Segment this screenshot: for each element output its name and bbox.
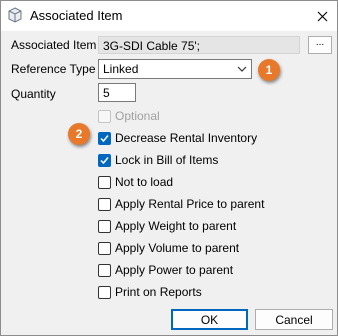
checkbox-label: Apply Power to parent <box>115 263 234 277</box>
checkmark-icon <box>100 156 109 164</box>
checkmark-icon <box>100 134 109 142</box>
checkbox-box <box>98 109 111 123</box>
ok-button[interactable]: OK <box>171 309 248 330</box>
not-to-load-checkbox[interactable]: Not to load <box>98 174 173 190</box>
apply-rental-price-checkbox[interactable]: Apply Rental Price to parent <box>98 196 264 212</box>
callout-badge-2: 2 <box>68 123 90 145</box>
checkbox-box <box>98 153 111 167</box>
checkbox-box <box>98 197 111 211</box>
associated-item-dialog: Associated Item Associated Item 3G-SDI C… <box>0 0 338 336</box>
checkbox-label: Apply Rental Price to parent <box>115 197 265 211</box>
close-icon <box>317 11 327 21</box>
quantity-label: Quantity <box>11 87 56 101</box>
apply-power-checkbox[interactable]: Apply Power to parent <box>98 262 233 278</box>
window-title: Associated Item <box>30 8 123 23</box>
reference-type-dropdown[interactable]: Linked <box>98 59 252 79</box>
apply-volume-checkbox[interactable]: Apply Volume to parent <box>98 240 239 256</box>
optional-checkbox[interactable]: Optional <box>98 108 160 124</box>
checkbox-box <box>98 175 111 189</box>
cancel-button[interactable]: Cancel <box>255 309 333 330</box>
checkbox-label: Not to load <box>115 175 174 189</box>
close-button[interactable] <box>307 1 337 31</box>
checkbox-box <box>98 219 111 233</box>
checkbox-label: Print on Reports <box>115 285 202 299</box>
associated-item-field: 3G-SDI Cable 75'; <box>98 36 300 54</box>
checkbox-box <box>98 263 111 277</box>
checkbox-label: Decrease Rental Inventory <box>115 131 258 145</box>
chevron-down-icon <box>237 66 247 72</box>
checkbox-label: Lock in Bill of Items <box>115 153 219 167</box>
reference-type-label: Reference Type <box>11 62 96 76</box>
checkbox-box <box>98 285 111 299</box>
cancel-button-label: Cancel <box>275 312 313 327</box>
checkbox-label: Apply Volume to parent <box>115 241 240 255</box>
reference-type-value: Linked <box>103 62 139 76</box>
callout-badge-1: 1 <box>258 59 280 81</box>
apply-weight-checkbox[interactable]: Apply Weight to parent <box>98 218 236 234</box>
decrease-rental-inventory-checkbox[interactable]: Decrease Rental Inventory <box>98 130 257 146</box>
cube-icon <box>8 7 22 23</box>
checkbox-label: Apply Weight to parent <box>115 219 237 233</box>
ok-button-label: OK <box>200 312 219 327</box>
checkbox-box <box>98 241 111 255</box>
print-on-reports-checkbox[interactable]: Print on Reports <box>98 284 202 300</box>
browse-button[interactable]: ... <box>308 36 332 54</box>
checkbox-label: Optional <box>115 109 160 123</box>
quantity-field[interactable]: 5 <box>98 83 136 102</box>
title-bar: Associated Item <box>1 1 337 31</box>
lock-in-bill-of-items-checkbox[interactable]: Lock in Bill of Items <box>98 152 218 168</box>
associated-item-label: Associated Item <box>11 38 97 52</box>
checkbox-box <box>98 131 111 145</box>
